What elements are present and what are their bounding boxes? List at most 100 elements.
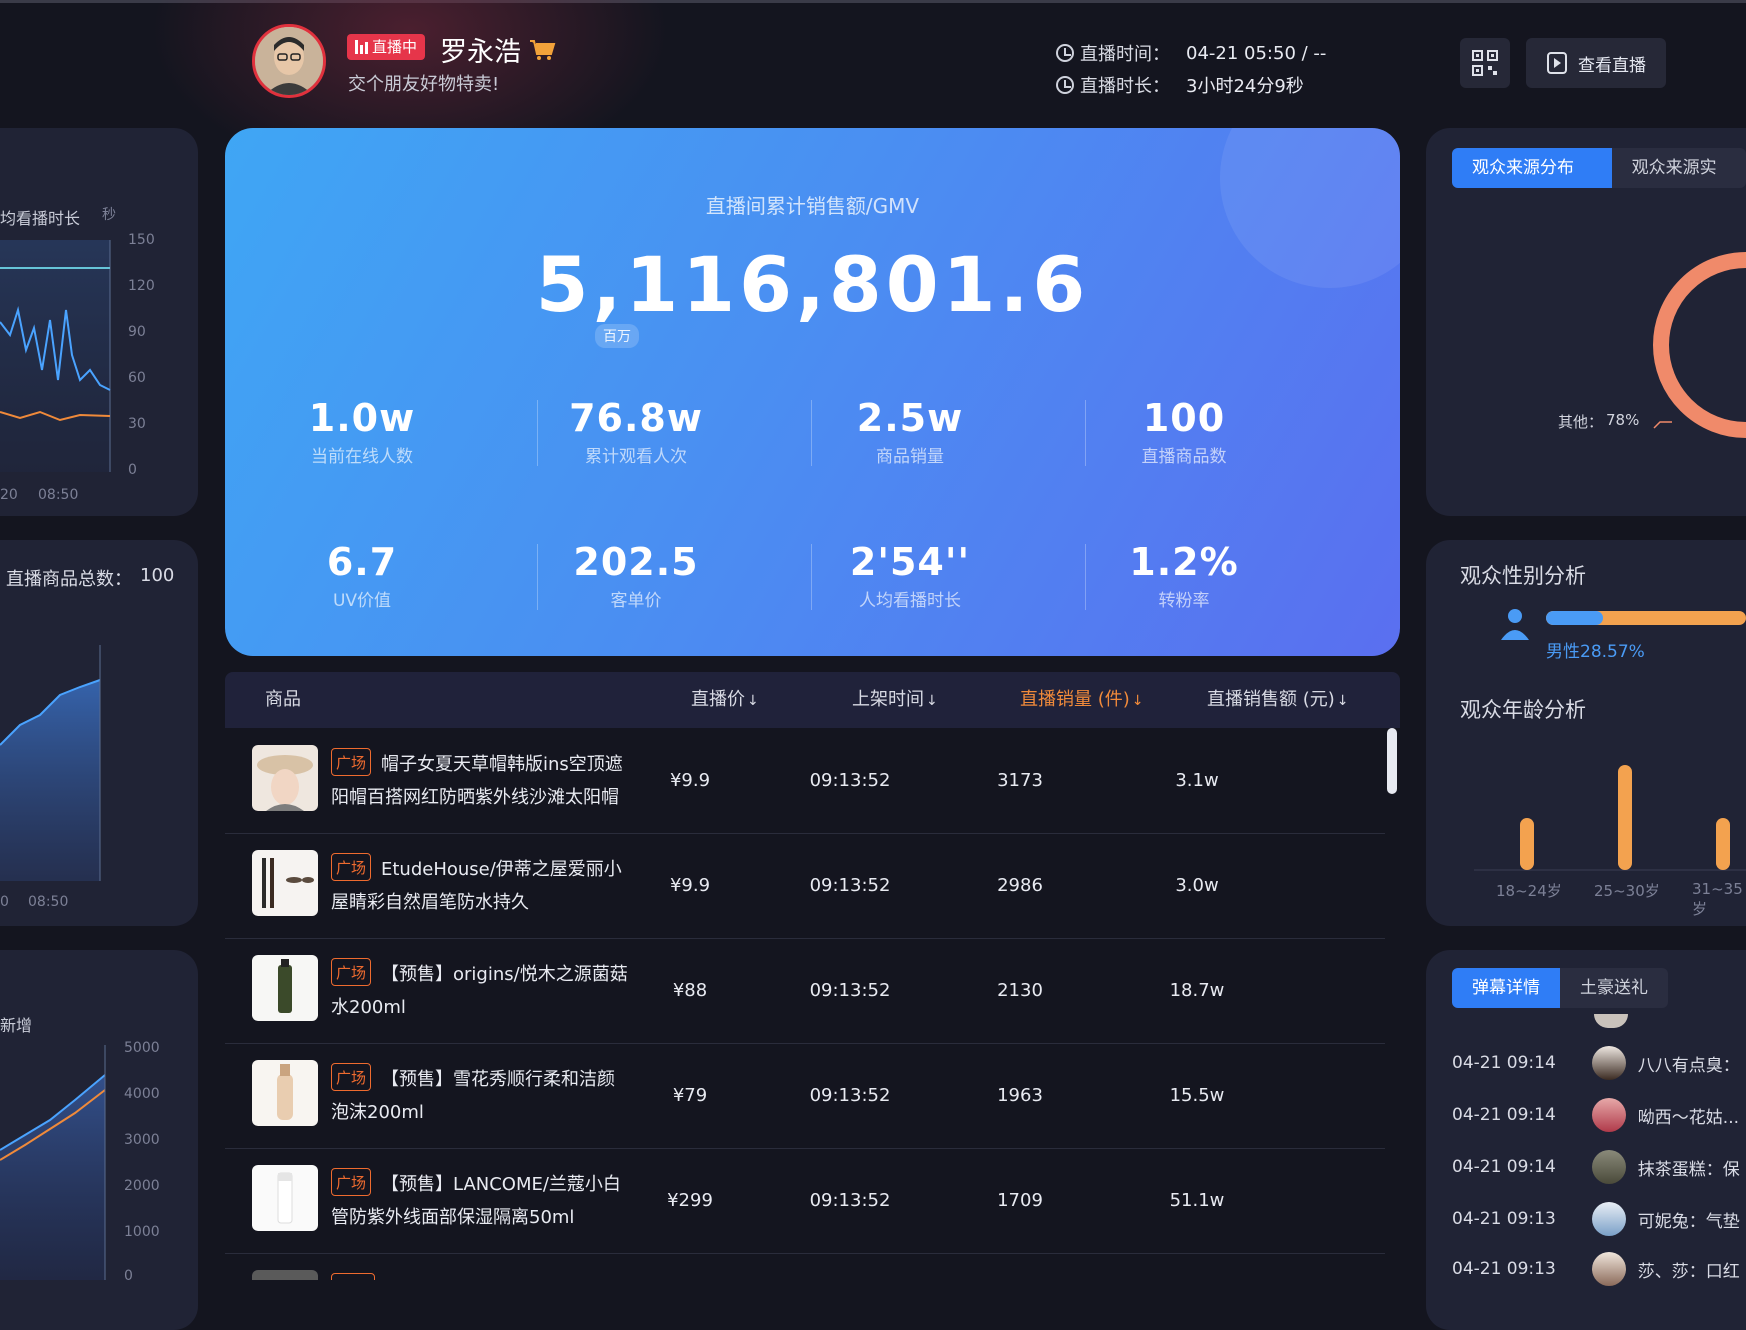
kpi-total-views: 76.8w 累计观看人次 <box>499 396 773 467</box>
price-cell: ¥9.9 <box>669 875 711 896</box>
kpi-value: 1.2% <box>1129 540 1239 584</box>
kpi-value: 2.5w <box>856 396 964 440</box>
live-time-label: 直播时间： <box>1080 44 1170 65</box>
table-row[interactable]: 广场 帽子女夏天草帽韩版ins空顶遮阳帽百搭网红防晒紫外线沙滩太阳帽 ¥9.9 … <box>225 728 1385 834</box>
y-tick: 30 <box>128 416 146 432</box>
product-name[interactable]: 【预售】雪花秀顺行柔和洁颜泡沫200ml <box>331 1063 631 1129</box>
source-other-label: 其他： <box>1558 413 1604 431</box>
kpi-avg-order: 202.5 客单价 <box>499 540 773 611</box>
product-thumbnail[interactable] <box>252 850 318 916</box>
table-scrollbar[interactable] <box>1387 728 1397 794</box>
danmu-item[interactable]: 04-21 09:14 抹茶蛋糕：保 <box>1452 1150 1740 1184</box>
table-row[interactable] <box>225 1253 1385 1280</box>
product-table-body[interactable]: 广场 帽子女夏天草帽韩版ins空顶遮阳帽百搭网红防晒紫外线沙滩太阳帽 ¥9.9 … <box>225 728 1385 1280</box>
kpi-divider <box>1085 400 1086 466</box>
danmu-time: 04-21 09:13 <box>1452 1259 1556 1279</box>
tab-label: 土豪送礼 <box>1580 978 1648 998</box>
table-row[interactable]: 广场 【预售】origins/悦木之源菌菇水200ml ¥88 09:13:52… <box>225 938 1385 1044</box>
danmu-item[interactable]: 04-21 09:14 八八有点臭： <box>1452 1046 1740 1080</box>
col-amount[interactable]: 直播销售额 (元) ↓ <box>1207 672 1349 729</box>
kpi-divider <box>537 400 538 466</box>
product-name[interactable]: 【预售】LANCOME/兰蔻小白管防紫外线面部保湿隔离50ml <box>331 1168 631 1234</box>
col-price[interactable]: 直播价 ↓ <box>691 672 759 729</box>
watch-live-button[interactable]: 查看直播 <box>1526 38 1666 88</box>
x-tick: 08:50 <box>38 487 79 503</box>
kpi-label: 商品销量 <box>876 447 944 467</box>
kpi-divider <box>811 400 812 466</box>
table-row[interactable]: 广场 EtudeHouse/伊蒂之屋爱丽小屋睛彩自然眉笔防水持久 ¥9.9 09… <box>225 833 1385 939</box>
tab-danmu-detail[interactable]: 弹幕详情 <box>1452 968 1560 1008</box>
source-other-value: 78% <box>1606 411 1640 429</box>
danmu-avatar[interactable] <box>1591 1150 1626 1184</box>
danmu-text: 可妮兔：气垫 <box>1637 1211 1740 1232</box>
source-tabs: 观众来源分布 ? 观众来源实时 <box>1452 148 1746 188</box>
danmu-avatar[interactable] <box>1591 1252 1626 1286</box>
table-row[interactable]: 广场 【预售】雪花秀顺行柔和洁颜泡沫200ml ¥79 09:13:52 196… <box>225 1043 1385 1149</box>
tab-source-distribution[interactable]: 观众来源分布 ? <box>1452 148 1612 188</box>
age-category: 31~35岁 <box>1692 880 1743 918</box>
danmu-text: 八八有点臭： <box>1637 1055 1740 1076</box>
age-bar <box>1520 818 1534 870</box>
tab-label: 观众来源实时 <box>1631 158 1717 178</box>
kpi-divider <box>537 544 538 610</box>
table-row[interactable]: 广场 【预售】LANCOME/兰蔻小白管防紫外线面部保湿隔离50ml ¥299 … <box>225 1148 1385 1254</box>
danmu-avatar[interactable] <box>1591 1202 1626 1236</box>
col-sales[interactable]: 直播销量 (件) ↓ <box>1020 672 1144 729</box>
product-name[interactable]: EtudeHouse/伊蒂之屋爱丽小屋睛彩自然眉笔防水持久 <box>331 853 631 919</box>
price-cell: ¥79 <box>672 1085 708 1106</box>
price-cell: ¥88 <box>672 980 708 1001</box>
live-badge: 直播中 <box>347 34 426 60</box>
live-bars-icon <box>355 40 368 54</box>
kpi-label: 客单价 <box>610 591 662 611</box>
product-thumbnail[interactable] <box>252 1060 318 1126</box>
danmu-item[interactable]: 04-21 09:13 莎、莎：口红 <box>1452 1252 1740 1286</box>
col-sales-label: 直播销量 (件) <box>1020 689 1130 710</box>
y-tick: 4000 <box>124 1086 160 1102</box>
sales-cell: 2986 <box>997 875 1043 896</box>
host-slogan: 交个朋友好物特卖! <box>348 74 500 95</box>
live-time-value: 04-21 05:50 / -- <box>1186 42 1327 64</box>
kpi-value: 1.0w <box>308 396 416 440</box>
channel-tag-box <box>331 1273 375 1280</box>
age-bar <box>1716 818 1730 870</box>
qr-code-button[interactable] <box>1460 38 1510 88</box>
kpi-label: 转粉率 <box>1158 591 1210 611</box>
danmu-item[interactable]: 04-21 09:13 可妮兔：气垫 <box>1452 1202 1740 1236</box>
kpi-value: 100 <box>1142 396 1226 440</box>
tab-tycoon-gifts[interactable]: 土豪送礼 <box>1560 968 1668 1008</box>
new-label: 新增 <box>0 1016 33 1035</box>
danmu-item[interactable]: 04-21 09:14 呦西～花姑... <box>1452 1098 1739 1132</box>
y-tick: 0 <box>124 1268 133 1284</box>
kpi-label: 直播商品数 <box>1141 447 1227 467</box>
product-thumbnail[interactable] <box>252 955 318 1021</box>
danmu-avatar[interactable] <box>1591 1046 1626 1080</box>
sales-cell: 3173 <box>997 770 1043 791</box>
kpi-online: 1.0w 当前在线人数 <box>225 396 499 467</box>
y-tick: 3000 <box>124 1132 160 1148</box>
product-thumbnail[interactable] <box>252 1165 318 1231</box>
product-thumbnail[interactable] <box>252 745 318 811</box>
host-avatar[interactable] <box>252 24 326 98</box>
danmu-time: 04-21 09:14 <box>1452 1157 1556 1177</box>
product-name[interactable]: 帽子女夏天草帽韩版ins空顶遮阳帽百搭网红防晒紫外线沙滩太阳帽 <box>331 748 631 814</box>
gmv-unit: 百万 <box>595 324 639 348</box>
y-tick: 60 <box>128 370 146 386</box>
play-icon <box>1547 52 1567 74</box>
amount-cell: 3.0w <box>1175 875 1219 896</box>
y-tick: 90 <box>128 324 146 340</box>
gender-ratio-bar <box>1546 611 1746 625</box>
host-name: 罗永浩 <box>440 37 521 68</box>
col-time-label: 上架时间 <box>852 689 924 710</box>
product-thumbnail[interactable] <box>252 1270 318 1280</box>
age-bar-chart <box>1474 765 1746 871</box>
gender-male-fill <box>1546 611 1604 625</box>
kpi-value: 2'54'' <box>849 540 971 584</box>
product-name[interactable]: 【预售】origins/悦木之源菌菇水200ml <box>331 958 631 1024</box>
cart-icon <box>530 40 556 60</box>
danmu-avatar[interactable] <box>1591 1098 1626 1132</box>
tab-source-realtime[interactable]: 观众来源实时 <box>1611 148 1746 188</box>
amount-cell: 15.5w <box>1169 1085 1225 1106</box>
col-time[interactable]: 上架时间 ↓ <box>852 672 938 729</box>
clock-icon <box>1056 44 1074 62</box>
products-chart <box>0 645 101 881</box>
